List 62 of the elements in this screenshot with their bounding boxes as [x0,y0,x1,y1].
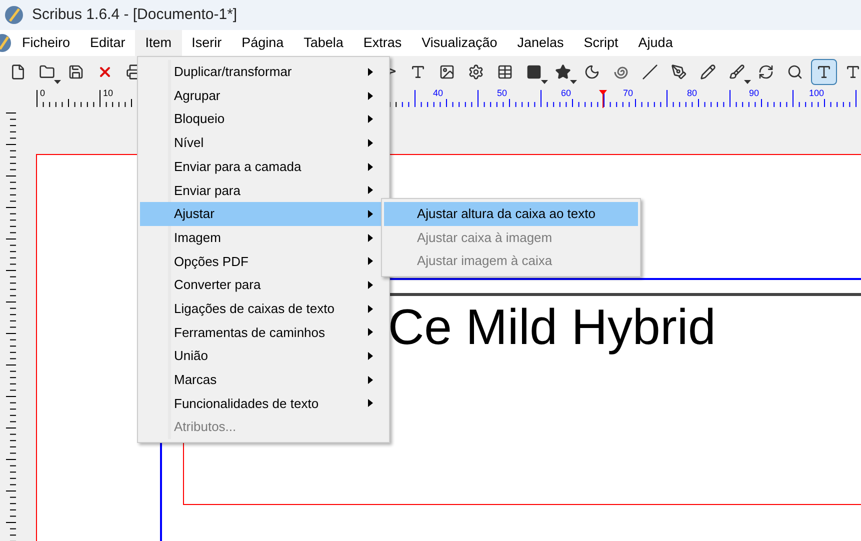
ruler-label: 90 [749,89,760,98]
ruler-label: 0 [40,89,46,98]
image-icon [439,64,455,80]
search-icon [787,64,803,80]
folder-icon [39,64,55,80]
save-icon [68,64,84,80]
page-icon [10,64,26,80]
ruler-label: 100 [809,89,824,98]
ruler-label: 70 [623,89,634,98]
app-logo-icon [0,33,12,53]
menu[interactable]: Iserir [182,30,232,56]
text-cursor-icon [845,64,861,80]
ruler-label: 80 [687,89,698,98]
menu[interactable]: Visualização [412,30,508,56]
dropdown-caret-icon [54,80,61,84]
ruler-label: 50 [497,89,508,98]
star-icon [555,64,571,80]
table-icon [497,64,513,80]
menu-item[interactable]: União [140,344,387,368]
ruler-label: 10 [103,89,114,98]
brush-icon [729,64,745,80]
close-icon [97,64,113,80]
edit-text-icon [816,64,832,80]
ruler-label: 40 [433,89,444,98]
gear-icon [468,64,484,80]
frame-text: Ce Mild Hybrid [388,298,716,357]
text-frame-icon [410,64,426,80]
menu-item[interactable]: Enviar para [140,178,387,202]
menu[interactable]: Item [135,30,182,56]
menu[interactable]: Script [574,30,628,56]
menu-item[interactable]: Duplicar/transformar [140,60,387,84]
square-icon [526,64,542,80]
menu-item[interactable]: Ferramentas de caminhos [140,320,387,344]
menu-item[interactable]: Marcas [140,368,387,392]
app-logo-icon [4,5,24,25]
menu-item[interactable]: Enviar para a camada [140,154,387,178]
menu[interactable]: Editar [80,30,136,56]
dropdown-caret-icon [541,80,548,84]
menu-item[interactable]: Funcionalidades de texto [140,392,387,416]
dropdown-caret-icon [570,80,577,84]
menu[interactable]: Tabela [294,30,354,56]
pen-icon [671,64,687,80]
arc-icon [584,64,600,80]
menu-item[interactable]: Ajustar altura da caixa ao texto [384,202,638,226]
menu[interactable]: Extras [353,30,412,56]
ruler-label: 60 [561,89,572,98]
menu[interactable]: Ajuda [628,30,683,56]
menu-item[interactable]: Ligações de caixas de texto [140,296,387,321]
menu-item[interactable]: Nível [140,131,387,155]
line-icon [642,64,658,80]
edit-text-tool[interactable] [811,59,837,85]
menu[interactable]: Janelas [507,30,574,56]
menu-item[interactable]: Agrupar [140,84,387,108]
menu-item[interactable]: Converter para [140,273,387,297]
menu-item[interactable]: Bloqueio [140,107,387,132]
dropdown-caret-icon [744,80,751,84]
menu[interactable]: Página [232,30,294,56]
rotate-icon [758,64,774,80]
pencil-icon [700,64,716,80]
window-title: Scribus 1.6.4 - [Documento-1*] [32,4,238,25]
menu[interactable]: Ficheiro [12,30,80,56]
spiral-icon [613,64,629,80]
